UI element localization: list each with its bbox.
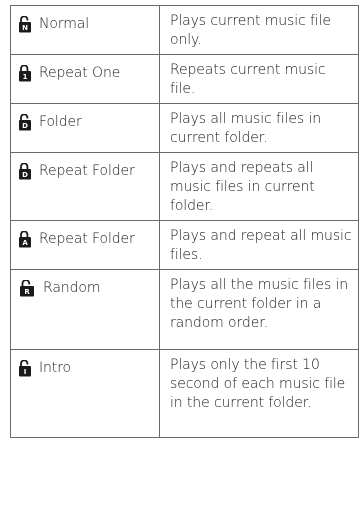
mode-name: Folder [39,114,82,130]
mode-cell: A Repeat Folder [10,220,160,270]
play-mode-table: N Normal Plays current music file only. … [10,5,359,438]
mode-cell: D Repeat Folder [10,152,160,221]
mode-label-group: I Intro [18,359,155,378]
table-row: N Normal Plays current music file only. [10,5,359,55]
mode-description: Plays all the music files in the current… [159,269,359,350]
svg-text:D: D [22,171,28,179]
mode-name: Normal [39,16,90,32]
play-mode-repeat-one-icon: 1 [18,65,32,82]
mode-label-group: N Normal [18,15,155,34]
play-mode-intro-icon: I [18,360,32,377]
mode-description: Plays and repeat all music files. [159,220,359,270]
mode-label-group: R Random [18,279,155,298]
svg-text:R: R [24,288,30,296]
mode-description: Plays all music files in current folder. [159,103,359,153]
table-row: I Intro Plays only the first 10 second o… [10,349,359,438]
mode-description: Plays current music file only. [159,5,359,55]
svg-text:N: N [22,24,28,32]
table-row: A Repeat Folder Plays and repeat all mus… [10,220,359,270]
mode-name: Repeat Folder [39,163,135,179]
play-mode-repeat-all-icon: A [18,231,32,248]
svg-text:A: A [22,239,28,247]
mode-label-group: D Folder [18,113,155,132]
play-mode-random-icon: R [19,280,35,297]
play-mode-normal-icon: N [18,16,32,33]
table-row: R Random Plays all the music files in th… [10,269,359,350]
mode-label-group: A Repeat Folder [18,230,155,249]
mode-label-group: D Repeat Folder [18,162,155,181]
mode-description: Repeats current music file. [159,54,359,104]
table-row: D Repeat Folder Plays and repeats all mu… [10,152,359,221]
play-mode-folder-icon: D [18,114,32,131]
mode-description: Plays and repeats all music files in cur… [159,152,359,221]
mode-cell: N Normal [10,5,160,55]
mode-label-group: 1 Repeat One [18,64,155,83]
mode-name: Random [43,280,101,296]
play-mode-repeat-folder-icon: D [18,163,32,180]
mode-cell: I Intro [10,349,160,438]
table-row: D Folder Plays all music files in curren… [10,103,359,153]
svg-text:D: D [22,122,28,130]
svg-text:1: 1 [23,73,28,81]
table-row: 1 Repeat One Repeats current music file. [10,54,359,104]
mode-name: Intro [39,360,72,376]
mode-cell: R Random [10,269,160,350]
mode-cell: 1 Repeat One [10,54,160,104]
mode-description: Plays only the first 10 second of each m… [159,349,359,438]
svg-text:I: I [24,368,27,376]
mode-name: Repeat One [39,65,121,81]
mode-cell: D Folder [10,103,160,153]
mode-name: Repeat Folder [39,231,135,247]
